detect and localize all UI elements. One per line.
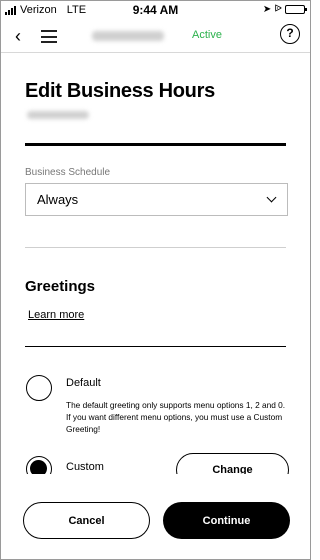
title-divider (25, 143, 286, 146)
footer-actions: Cancel Continue (1, 474, 310, 559)
subtitle-number-redacted (27, 111, 89, 119)
cancel-button[interactable]: Cancel (23, 502, 150, 539)
status-bar: Verizon LTE 9:44 AM ➤ ᐉ (1, 1, 310, 19)
status-right: ➤ ᐉ (262, 4, 307, 15)
app-screen: Verizon LTE 9:44 AM ➤ ᐉ ‹ Active ? Edit … (0, 0, 311, 560)
default-greeting-radio[interactable] (26, 375, 52, 401)
top-nav-bar: ‹ Active ? (1, 21, 310, 53)
section-divider (25, 247, 286, 248)
greetings-heading: Greetings (25, 278, 96, 295)
phone-number-redacted (92, 31, 164, 41)
hamburger-menu-icon[interactable] (41, 30, 57, 43)
battery-icon (285, 5, 307, 14)
custom-greeting-label: Custom (66, 461, 104, 473)
chevron-left-icon[interactable]: ‹ (15, 26, 21, 47)
business-schedule-select[interactable]: Always (25, 183, 288, 216)
page-title: Edit Business Hours (25, 80, 215, 102)
location-icon: ➤ (262, 4, 272, 15)
learn-more-link[interactable]: Learn more (28, 309, 84, 321)
help-icon[interactable]: ? (280, 24, 300, 44)
default-greeting-label: Default (66, 377, 101, 389)
greetings-divider (25, 346, 286, 347)
continue-button[interactable]: Continue (163, 502, 290, 539)
chevron-down-icon (266, 192, 277, 203)
default-greeting-description: The default greeting only supports menu … (66, 400, 286, 434)
business-schedule-label: Business Schedule (25, 167, 111, 178)
status-active-label: Active (192, 29, 222, 41)
bluetooth-icon: ᐉ (274, 4, 282, 15)
business-schedule-value: Always (37, 192, 79, 207)
